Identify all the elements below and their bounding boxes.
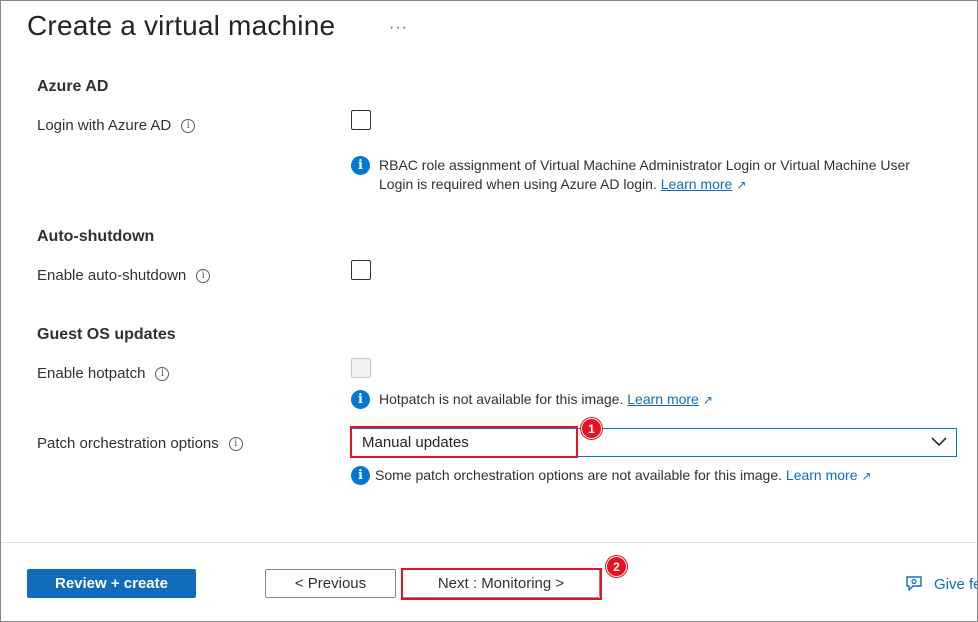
hotpatch-learn-more-link[interactable]: Learn more xyxy=(627,391,699,407)
azure-ad-learn-more-link[interactable]: Learn more xyxy=(661,176,733,192)
hotpatch-info-message: i Hotpatch is not available for this ima… xyxy=(351,390,713,410)
auto-shutdown-checkbox[interactable] xyxy=(351,260,371,280)
hotpatch-info-text: Hotpatch is not available for this image… xyxy=(379,390,713,410)
info-icon[interactable]: i xyxy=(181,118,196,133)
next-monitoring-button[interactable]: Next : Monitoring > xyxy=(402,569,600,598)
azure-ad-info-message: i RBAC role assignment of Virtual Machin… xyxy=(351,156,921,195)
info-icon[interactable]: i xyxy=(228,436,243,451)
previous-button[interactable]: < Previous xyxy=(265,569,396,598)
external-link-icon: ↗ xyxy=(736,178,747,192)
section-heading-azure-ad: Azure AD xyxy=(37,78,109,95)
patch-orchestration-text: Patch orchestration options xyxy=(37,435,219,452)
give-feedback-text: Give fe xyxy=(934,575,978,593)
auto-shutdown-label: Enable auto-shutdown i xyxy=(37,267,211,284)
patch-orchestration-dropdown[interactable]: Manual updates xyxy=(350,428,957,457)
review-create-button[interactable]: Review + create xyxy=(27,569,196,598)
hotpatch-label: Enable hotpatch i xyxy=(37,365,170,382)
section-heading-auto-shutdown: Auto-shutdown xyxy=(37,228,155,245)
patch-info-message: i Some patch orchestration options are n… xyxy=(351,466,872,486)
more-options-icon[interactable]: ··· xyxy=(389,19,408,37)
info-filled-icon: i xyxy=(351,390,370,409)
info-filled-icon: i xyxy=(351,466,370,485)
patch-orchestration-label: Patch orchestration options i xyxy=(37,435,243,452)
info-icon[interactable]: i xyxy=(196,268,211,283)
patch-orchestration-value: Manual updates xyxy=(362,434,469,451)
info-icon[interactable]: i xyxy=(155,366,170,381)
hotpatch-text: Enable hotpatch xyxy=(37,365,146,382)
section-heading-guest-os-updates: Guest OS updates xyxy=(37,326,176,343)
info-filled-icon: i xyxy=(351,156,370,175)
login-azure-ad-checkbox[interactable] xyxy=(351,110,371,130)
login-azure-ad-label: Login with Azure AD i xyxy=(37,117,196,134)
external-link-icon: ↗ xyxy=(861,469,872,483)
patch-info-text: Some patch orchestration options are not… xyxy=(375,466,872,486)
patch-learn-more-link[interactable]: Learn more xyxy=(786,467,858,483)
page-title: Create a virtual machine xyxy=(27,10,336,41)
footer-divider xyxy=(1,542,977,543)
external-link-icon: ↗ xyxy=(702,393,713,407)
step-badge-2: 2 xyxy=(606,556,627,577)
feedback-icon xyxy=(906,576,922,591)
blade-panel: Create a virtual machine ··· Azure AD Lo… xyxy=(0,0,978,622)
hotpatch-checkbox xyxy=(351,358,371,378)
login-azure-ad-text: Login with Azure AD xyxy=(37,117,172,134)
step-badge-1: 1 xyxy=(581,418,602,439)
chevron-down-icon xyxy=(931,437,947,447)
auto-shutdown-text: Enable auto-shutdown xyxy=(37,267,187,284)
give-feedback-link[interactable]: Give fe xyxy=(904,574,978,594)
azure-ad-info-text: RBAC role assignment of Virtual Machine … xyxy=(379,156,921,195)
